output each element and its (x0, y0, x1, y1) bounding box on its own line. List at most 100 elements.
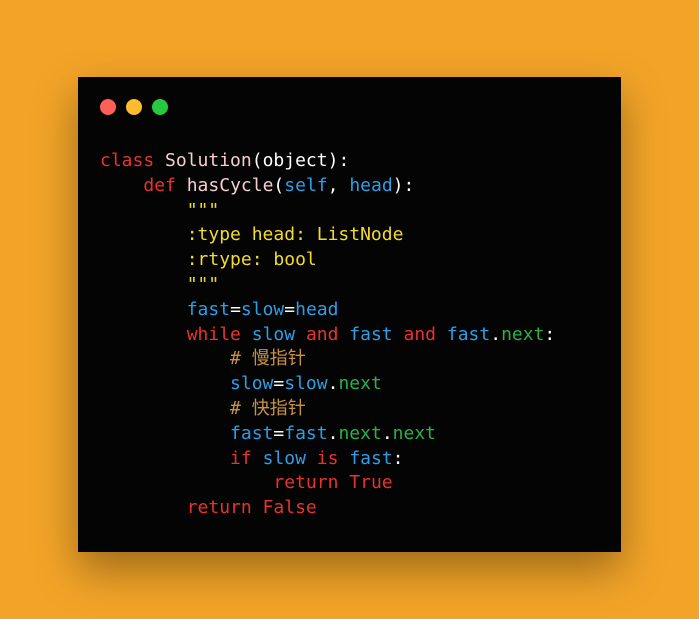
punctuation-token: . (381, 422, 393, 444)
indent-token (100, 348, 230, 369)
attribute-token: next (338, 373, 382, 395)
docstring-token: """ (186, 273, 220, 295)
punctuation-token: : (392, 447, 404, 469)
indent-token (100, 200, 187, 221)
identifier-token: fast (284, 422, 328, 444)
keyword-token: class (100, 150, 155, 171)
indent-token (100, 472, 273, 493)
keyword-token: if (230, 447, 252, 469)
indent-token (100, 423, 230, 444)
close-dot-icon[interactable] (100, 99, 116, 115)
keyword-token: return (186, 497, 252, 519)
parameter-token: head (349, 174, 393, 196)
attribute-token: next (392, 422, 437, 444)
code-line: """ (100, 273, 555, 298)
maximize-dot-icon[interactable] (152, 99, 168, 115)
indent-token (100, 274, 187, 295)
code-line: class Solution(object): (100, 149, 555, 174)
code-line: fast=fast.next.next (100, 422, 555, 447)
attribute-token: next (338, 422, 382, 444)
identifier-token: slow (262, 447, 306, 469)
literal-token: True (349, 472, 393, 494)
code-line: return False (100, 496, 555, 521)
code-line: # 快指针 (100, 397, 555, 422)
code-line: """ (100, 199, 555, 224)
operator-token: = (273, 373, 285, 395)
literal-token: False (262, 497, 317, 519)
code-line: # 慢指针 (100, 347, 555, 372)
indent-token (100, 224, 187, 245)
keyword-token: and (305, 323, 339, 345)
identifier-token: fast (349, 323, 393, 345)
class-name-token: Solution (165, 150, 252, 171)
comment-token: # 慢指针 (230, 348, 306, 370)
keyword-token: and (403, 323, 437, 345)
identifier-token: head (295, 298, 339, 320)
operator-token: = (273, 422, 285, 444)
punctuation-token: ( (251, 150, 263, 171)
identifier-token: fast (230, 422, 274, 444)
parameter-token: self (284, 174, 328, 196)
docstring-token: :rtype: bool (186, 249, 317, 271)
code-block: class Solution(object): def hasCycle(sel… (100, 149, 555, 521)
identifier-token: fast (349, 447, 393, 469)
code-line: while slow and fast and fast.next: (100, 323, 556, 348)
indent-token (100, 448, 230, 469)
operator-token: = (284, 298, 296, 320)
minimize-dot-icon[interactable] (126, 99, 142, 115)
indent-token (100, 497, 187, 518)
punctuation-token: ( (273, 174, 285, 196)
attribute-token: next (501, 323, 545, 345)
base-class-token: object (262, 150, 328, 171)
docstring-token: """ (186, 199, 220, 221)
comment-token: # 快指针 (230, 397, 306, 419)
identifier-token: fast (186, 298, 231, 320)
punctuation-token: . (490, 323, 502, 345)
keyword-token: is (316, 447, 339, 469)
punctuation-token: ): (392, 174, 415, 196)
code-window: class Solution(object): def hasCycle(sel… (78, 77, 621, 552)
docstring-token: :type head: ListNode (186, 224, 404, 246)
window-controls (100, 99, 168, 115)
punctuation-token: : (544, 323, 556, 345)
code-line: :type head: ListNode (100, 223, 555, 248)
keyword-token: while (186, 323, 241, 345)
punctuation-token: ): (327, 150, 350, 171)
code-line: fast=slow=head (100, 298, 555, 323)
code-line: def hasCycle(self, head): (100, 174, 555, 199)
identifier-token: fast (446, 323, 491, 345)
identifier-token: slow (251, 323, 296, 345)
indent-token (100, 373, 230, 394)
keyword-token: def (143, 174, 176, 196)
operator-token: = (230, 298, 241, 320)
code-line: return True (100, 471, 555, 496)
punctuation-token: , (327, 174, 350, 196)
identifier-token: slow (284, 373, 328, 395)
punctuation-token: . (327, 373, 339, 395)
indent-token (100, 175, 143, 196)
code-line: :rtype: bool (100, 248, 555, 273)
indent-token (100, 398, 230, 419)
code-line: if slow is fast: (100, 447, 555, 472)
indent-token (100, 249, 187, 270)
code-line: slow=slow.next (100, 372, 555, 397)
identifier-token: slow (240, 298, 285, 320)
indent-token (100, 324, 187, 345)
indent-token (100, 299, 187, 320)
identifier-token: slow (230, 373, 274, 395)
function-name-token: hasCycle (186, 174, 274, 196)
punctuation-token: . (327, 422, 339, 444)
keyword-token: return (273, 472, 339, 494)
